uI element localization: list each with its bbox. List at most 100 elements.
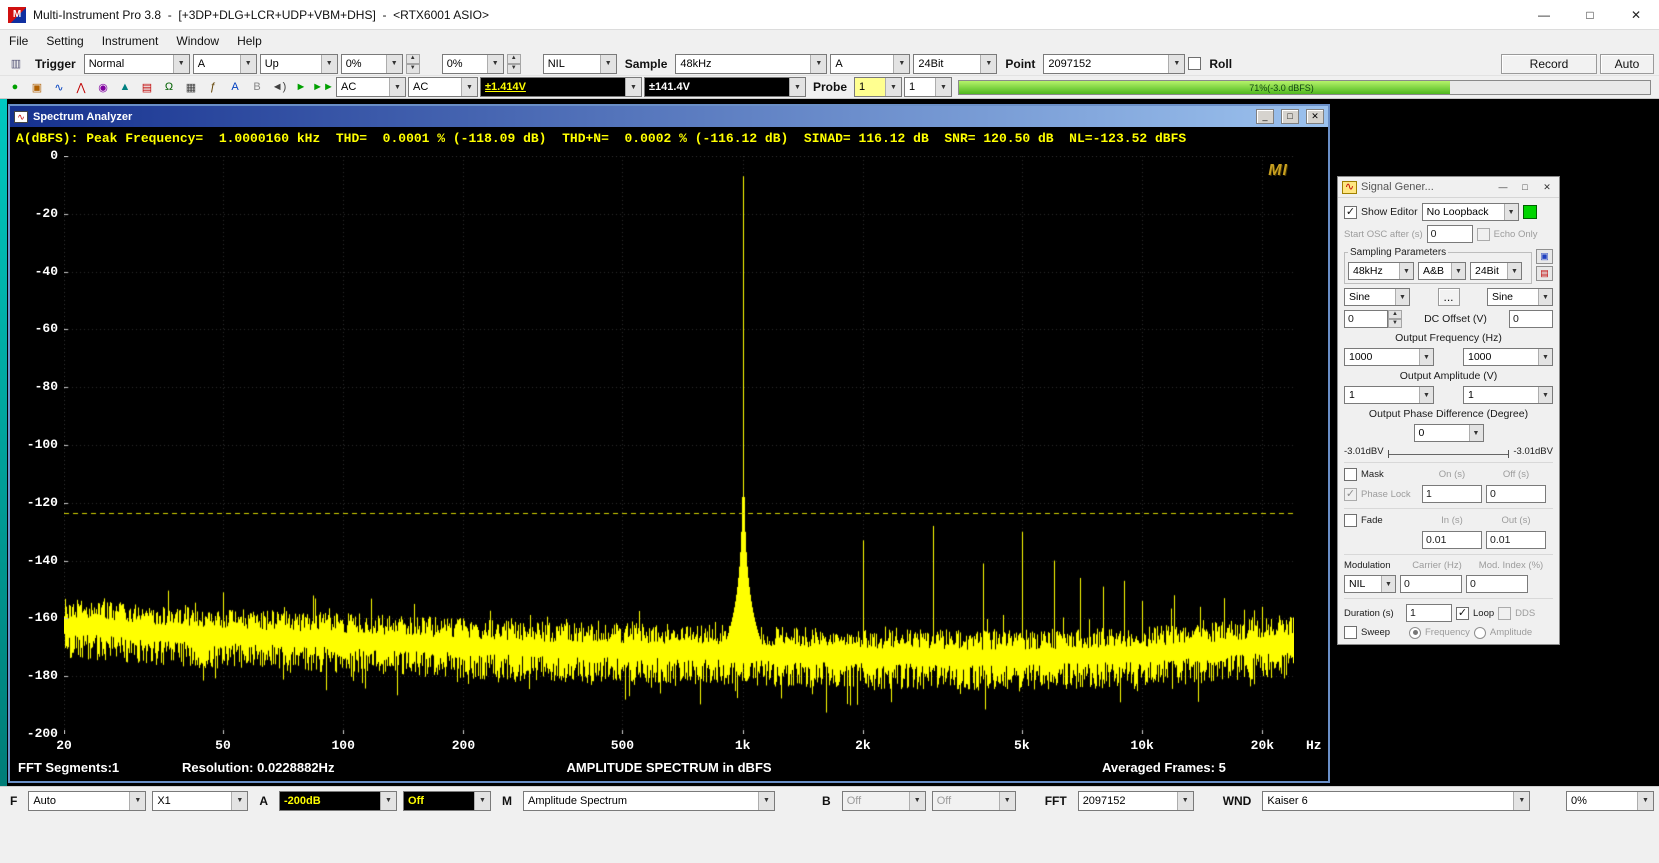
dc-offset-stepper[interactable]: ▲▼ — [1388, 310, 1402, 328]
window-function-select[interactable]: Kaiser 6▼ — [1262, 791, 1530, 811]
loop-play-icon[interactable]: ►► — [312, 78, 334, 97]
modulation-select[interactable]: NIL▼ — [1344, 575, 1396, 593]
spectrum-analyzer-icon[interactable]: ⋀ — [70, 78, 92, 97]
capture-icon[interactable]: ▣ — [26, 78, 48, 97]
siggen-close-button[interactable]: ✕ — [1539, 180, 1555, 194]
trigger-delay-stepper[interactable]: ▲▼ — [507, 54, 521, 74]
frequency-range-select[interactable]: Auto▼ — [28, 791, 146, 811]
minimize-button[interactable]: — — [1521, 0, 1567, 29]
waveform-a-select[interactable]: Sine▼ — [1344, 288, 1410, 306]
fft-size-select[interactable]: 2097152▼ — [1078, 791, 1194, 811]
a-range-select[interactable]: -200dB▼ — [279, 791, 397, 811]
menu-setting[interactable]: Setting — [37, 32, 92, 50]
derived-data-icon[interactable]: ƒ — [202, 78, 224, 97]
run-icon[interactable]: ● — [4, 78, 26, 97]
speaker-icon[interactable]: ◄) — [268, 78, 290, 97]
mask-on-input[interactable]: 1 — [1422, 485, 1482, 503]
display-mode-select[interactable]: Amplitude Spectrum▼ — [523, 791, 775, 811]
trigger-edge-select[interactable]: Up▼ — [260, 54, 338, 74]
range-a-select[interactable]: ±1.414V▼ — [480, 77, 642, 97]
menu-file[interactable]: File — [0, 32, 37, 50]
multimeter-icon[interactable]: ◉ — [92, 78, 114, 97]
sweep-amplitude-radio[interactable] — [1474, 627, 1486, 639]
trigger-source-select[interactable]: A▼ — [193, 54, 257, 74]
menu-window[interactable]: Window — [167, 32, 228, 50]
carrier-input[interactable]: 0 — [1400, 575, 1462, 593]
mask-checkbox[interactable] — [1344, 468, 1357, 481]
waveform-library-icon[interactable]: ▤ — [1536, 266, 1553, 281]
menu-instrument[interactable]: Instrument — [93, 32, 168, 50]
trigger-level-select[interactable]: 0%▼ — [341, 54, 403, 74]
echo-only-checkbox[interactable] — [1477, 228, 1490, 241]
loopback-select[interactable]: No Loopback▼ — [1422, 203, 1519, 221]
fade-out-input[interactable]: 0.01 — [1486, 531, 1546, 549]
bit-depth-select[interactable]: 24Bit▼ — [913, 54, 997, 74]
roll-checkbox[interactable] — [1188, 57, 1201, 70]
sampling-channel-select[interactable]: A▼ — [830, 54, 910, 74]
dds-checkbox[interactable] — [1498, 607, 1511, 620]
spectrum-maximize-button[interactable]: □ — [1281, 109, 1299, 124]
coupling-b-select[interactable]: AC▼ — [408, 77, 478, 97]
data-logger-icon[interactable]: ▤ — [136, 78, 158, 97]
dc-offset-a-input[interactable]: 0 — [1344, 310, 1388, 328]
spectrum-titlebar[interactable]: ∿ Spectrum Analyzer _ □ ✕ — [10, 106, 1328, 127]
b-mode-select[interactable]: Off▼ — [932, 791, 1016, 811]
output-on-button[interactable] — [1523, 205, 1537, 219]
level-slider[interactable] — [1388, 448, 1510, 455]
duration-input[interactable]: 1 — [1406, 604, 1452, 622]
fade-checkbox[interactable] — [1344, 514, 1357, 527]
record-button[interactable]: Record — [1501, 54, 1597, 74]
spectrum-minimize-button[interactable]: _ — [1256, 109, 1274, 124]
mask-off-input[interactable]: 0 — [1486, 485, 1546, 503]
spectrum-close-button[interactable]: ✕ — [1306, 109, 1324, 124]
range-b-select[interactable]: ±141.4V▼ — [644, 77, 806, 97]
open-panel-icon[interactable]: ▥ — [5, 54, 27, 73]
close-button[interactable]: ✕ — [1613, 0, 1659, 29]
device-test-plan-icon[interactable]: ▦ — [180, 78, 202, 97]
siggen-minimize-button[interactable]: — — [1495, 180, 1511, 194]
frequency-a-select[interactable]: 1000▼ — [1344, 348, 1434, 366]
menu-help[interactable]: Help — [228, 32, 271, 50]
trigger-mode-select[interactable]: Normal▼ — [84, 54, 190, 74]
spectrum-3d-plot-icon[interactable]: ▲ — [114, 78, 136, 97]
save-waveform-icon[interactable]: ▣ — [1536, 249, 1553, 264]
sampling-rate-select[interactable]: 48kHz▼ — [675, 54, 827, 74]
lcr-meter-icon[interactable]: Ω — [158, 78, 180, 97]
waveform-more-button[interactable]: ... — [1438, 288, 1460, 306]
phase-select[interactable]: 0▼ — [1414, 424, 1484, 442]
siggen-maximize-button[interactable]: □ — [1517, 180, 1533, 194]
siggen-bits-select[interactable]: 24Bit▼ — [1470, 262, 1522, 280]
coupling-a-select[interactable]: AC▼ — [336, 77, 406, 97]
trigger-hpf-select[interactable]: NIL▼ — [543, 54, 617, 74]
loop-checkbox[interactable] — [1456, 607, 1469, 620]
waveform-b-select[interactable]: Sine▼ — [1487, 288, 1553, 306]
amplitude-a-select[interactable]: 1▼ — [1344, 386, 1434, 404]
b-range-select[interactable]: Off▼ — [842, 791, 926, 811]
dc-offset-b-input[interactable]: 0 — [1509, 310, 1553, 328]
a-mode-select[interactable]: Off▼ — [403, 791, 491, 811]
signal-generator-titlebar[interactable]: ∿ Signal Gener... — □ ✕ — [1338, 177, 1559, 198]
amplitude-b-select[interactable]: 1▼ — [1463, 386, 1553, 404]
mod-index-input[interactable]: 0 — [1466, 575, 1528, 593]
x-magnify-select[interactable]: X1▼ — [152, 791, 248, 811]
siggen-rate-select[interactable]: 48kHz▼ — [1348, 262, 1414, 280]
maximize-button[interactable]: □ — [1567, 0, 1613, 29]
frequency-b-select[interactable]: 1000▼ — [1463, 348, 1553, 366]
show-editor-checkbox[interactable] — [1344, 206, 1357, 219]
fade-in-input[interactable]: 0.01 — [1422, 531, 1482, 549]
spectrum-chart[interactable] — [64, 156, 1294, 734]
overlap-select[interactable]: 0%▼ — [1566, 791, 1654, 811]
zoom-channel-a-icon[interactable]: A — [224, 78, 246, 97]
play-icon[interactable]: ► — [290, 78, 312, 97]
auto-button[interactable]: Auto — [1600, 54, 1654, 74]
trigger-delay-select[interactable]: 0%▼ — [442, 54, 504, 74]
probe-b-select[interactable]: 1▼ — [904, 77, 952, 97]
sweep-frequency-radio[interactable] — [1409, 627, 1421, 639]
trigger-level-stepper[interactable]: ▲▼ — [406, 54, 420, 74]
start-osc-input[interactable]: 0 — [1427, 225, 1473, 243]
sweep-checkbox[interactable] — [1344, 626, 1357, 639]
siggen-channels-select[interactable]: A&B▼ — [1418, 262, 1466, 280]
points-select[interactable]: 2097152▼ — [1043, 54, 1185, 74]
phase-lock-checkbox[interactable] — [1344, 488, 1357, 501]
zoom-channel-b-icon[interactable]: B — [246, 78, 268, 97]
